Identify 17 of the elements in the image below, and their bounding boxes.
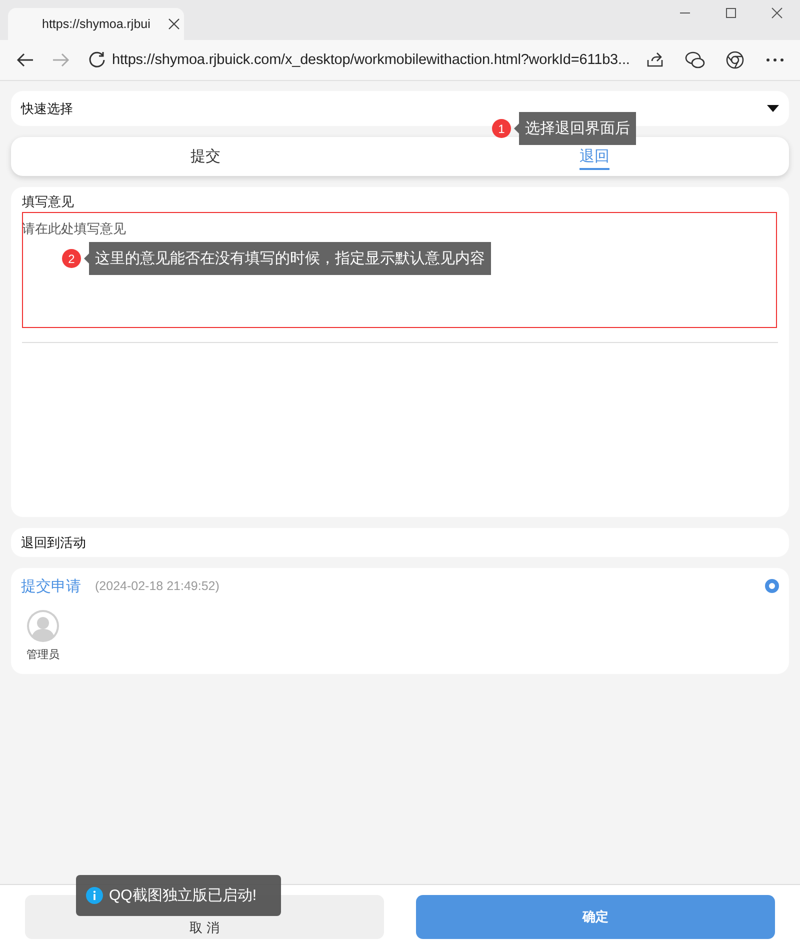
person-name: 管理员: [26, 648, 60, 662]
avatar-icon: [27, 610, 59, 642]
annotation-tooltip: 选择退回界面后: [514, 112, 636, 145]
dropdown-triangle-icon: [767, 104, 779, 112]
activity-time: (2024-02-18 21:49:52): [95, 579, 220, 593]
section-title: 退回到活动: [21, 534, 86, 552]
browser-logo-icon[interactable]: [724, 49, 746, 71]
close-icon[interactable]: [168, 18, 180, 30]
annotation-tooltip: 这里的意见能否在没有填写的时候，指定显示默认意见内容: [84, 242, 491, 275]
info-icon: [86, 887, 103, 904]
activity-name: 提交申请: [21, 576, 81, 596]
section-title: 填写意见: [22, 193, 75, 211]
browser-tab[interactable]: https://shymoa.rjbui: [8, 8, 184, 40]
tab-title: https://shymoa.rjbui: [42, 17, 152, 31]
tab[interactable]: 提交: [11, 137, 400, 176]
radio-button[interactable]: [765, 579, 779, 593]
chat-bubbles-icon[interactable]: [684, 49, 706, 71]
